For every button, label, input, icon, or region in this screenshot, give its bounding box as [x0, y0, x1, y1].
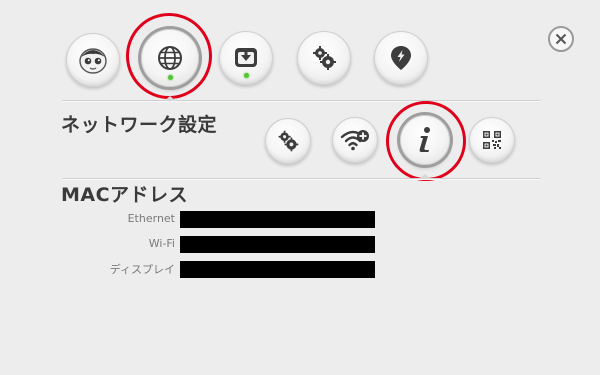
sub-nav-pointer — [419, 174, 431, 179]
download-icon — [235, 48, 257, 67]
location-pin-icon — [391, 46, 411, 70]
mac-label-wifi: Wi-Fi — [148, 237, 175, 250]
network-status-dot — [168, 75, 173, 80]
network-settings-button[interactable] — [265, 118, 311, 164]
mac-label-ethernet: Ethernet — [127, 212, 175, 225]
gears-icon — [313, 46, 336, 70]
close-button[interactable] — [548, 26, 574, 52]
qr-code-icon — [483, 131, 501, 149]
robot-face-icon — [79, 48, 107, 74]
mac-value-ethernet — [180, 211, 375, 228]
info-icon — [419, 127, 430, 152]
mac-label-display: ディスプレイ — [109, 263, 175, 276]
top-nav-pointer — [164, 96, 176, 101]
qr-button[interactable] — [469, 117, 515, 163]
close-icon — [555, 33, 567, 45]
location-button[interactable] — [374, 31, 428, 85]
download-button[interactable] — [219, 31, 273, 85]
mac-section-title: MACアドレス — [61, 184, 189, 206]
wifi-add-icon — [340, 130, 369, 151]
globe-icon — [158, 46, 182, 70]
wifi-add-button[interactable] — [332, 117, 378, 163]
section-title: ネットワーク設定 — [61, 114, 218, 136]
network-button[interactable] — [141, 29, 199, 87]
gears-icon — [278, 130, 299, 152]
top-divider — [62, 100, 540, 102]
download-status-dot — [244, 73, 249, 78]
info-button[interactable] — [400, 115, 450, 165]
mac-value-wifi — [180, 236, 375, 253]
mac-value-display — [180, 261, 375, 278]
robot-button[interactable] — [66, 33, 120, 87]
settings-button[interactable] — [297, 31, 351, 85]
